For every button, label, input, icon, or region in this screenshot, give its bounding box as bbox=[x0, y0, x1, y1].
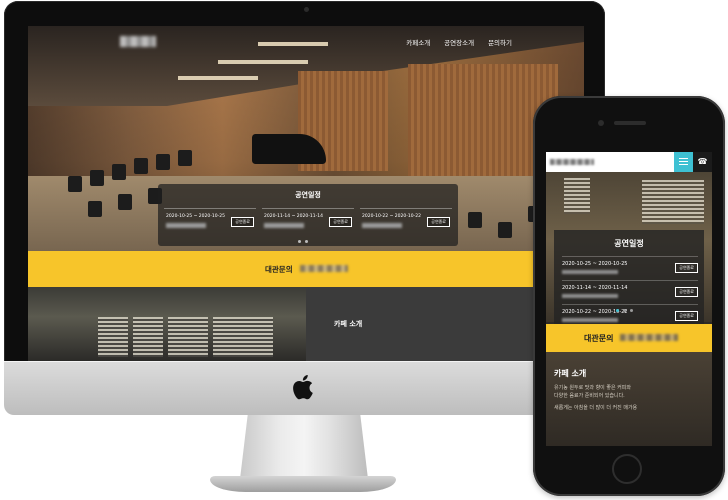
menu-board bbox=[133, 317, 163, 357]
nav-item-venue[interactable]: 공연장소개 bbox=[444, 37, 474, 47]
cafe-intro-title: 카페 소개 bbox=[554, 369, 587, 378]
site-logo[interactable] bbox=[120, 36, 156, 47]
schedule-date: 2020-11-14 ~ 2020-11-14 bbox=[264, 214, 323, 219]
schedule-date: 2020-11-14 ~ 2020-11-14 bbox=[562, 285, 628, 291]
mobile-website: ☎ 공연일정 2020-10-25 ~ 2020-10-25 공연종료 2020… bbox=[546, 152, 712, 446]
schedule-title: 공연일정 bbox=[295, 191, 321, 199]
ceiling-light bbox=[258, 42, 328, 46]
nav-item-cafe[interactable]: 카페소개 bbox=[406, 37, 430, 47]
menu-board bbox=[642, 180, 704, 224]
chair bbox=[156, 154, 170, 170]
cafe-intro-text: 새롭게는 아침을 더 많이 더 커진 매가용 bbox=[554, 405, 638, 411]
contact-label: 대관문의 bbox=[584, 334, 614, 343]
status-badge: 공연종료 bbox=[329, 217, 352, 227]
cafe-intro-title: 카페 소개 bbox=[334, 320, 363, 328]
schedule-date: 2020-10-25 ~ 2020-10-25 bbox=[166, 214, 225, 219]
status-badge: 공연종료 bbox=[675, 287, 698, 297]
schedule-panel: 공연일정 2020-10-25 ~ 2020-10-25 공연종료 2020-1… bbox=[158, 184, 458, 246]
schedule-card[interactable]: 2020-11-14 ~ 2020-11-14 공연종료 bbox=[262, 208, 354, 235]
phone-icon[interactable]: ☎ bbox=[693, 152, 712, 172]
menu-board bbox=[213, 317, 273, 357]
ceiling-light bbox=[178, 76, 258, 80]
status-badge: 공연종료 bbox=[231, 217, 254, 227]
desktop-nav: 카페소개 공연장소개 문의하기 bbox=[406, 37, 512, 47]
contact-number-blurred bbox=[300, 265, 348, 272]
status-badge: 공연종료 bbox=[427, 217, 450, 227]
menu-board bbox=[564, 178, 590, 214]
mobile-cafe-section: 카페 소개 유기농 원두로 맛과 향이 좋은 커피와 다양한 음료가 준비되어 … bbox=[546, 352, 712, 446]
chair bbox=[134, 158, 148, 174]
schedule-title: 공연일정 bbox=[614, 239, 644, 248]
schedule-card[interactable]: 2020-10-25 ~ 2020-10-25 공연종료 bbox=[164, 208, 256, 235]
contact-bar: 대관문의 bbox=[28, 251, 584, 287]
apple-icon bbox=[293, 375, 313, 400]
desktop-website: 카페소개 공연장소개 문의하기 공연일정 2020-10-25 ~ 2020-1… bbox=[28, 26, 584, 362]
schedule-title-blurred bbox=[166, 223, 206, 228]
menu-board bbox=[168, 317, 208, 357]
chair bbox=[118, 194, 132, 210]
hero-concert-hall-image: 카페소개 공연장소개 문의하기 공연일정 2020-10-25 ~ 2020-1… bbox=[28, 26, 584, 251]
schedule-title-blurred bbox=[562, 270, 618, 274]
status-badge: 공연종료 bbox=[675, 311, 698, 321]
schedule-item[interactable]: 2020-10-25 ~ 2020-10-25 공연종료 bbox=[562, 256, 698, 279]
contact-label: 대관문의 bbox=[265, 265, 293, 274]
chair bbox=[68, 176, 82, 192]
schedule-item[interactable]: 2020-11-14 ~ 2020-11-14 공연종료 bbox=[562, 280, 698, 303]
schedule-date: 2020-10-22 ~ 2020-10-22 bbox=[362, 214, 421, 219]
chair bbox=[498, 222, 512, 238]
cafe-intro-text: 유기농 원두로 맛과 향이 좋은 커피와 bbox=[554, 385, 631, 391]
status-badge: 공연종료 bbox=[675, 263, 698, 273]
menu-board bbox=[98, 317, 128, 357]
hamburger-icon bbox=[679, 158, 688, 159]
nav-item-contact[interactable]: 문의하기 bbox=[488, 37, 512, 47]
home-button[interactable] bbox=[612, 454, 642, 484]
imac-camera bbox=[304, 7, 309, 12]
contact-number-blurred bbox=[620, 334, 678, 341]
mobile-header: ☎ bbox=[546, 152, 712, 172]
slider-dots[interactable] bbox=[616, 309, 633, 312]
site-logo[interactable] bbox=[550, 159, 594, 165]
grand-piano bbox=[252, 134, 326, 164]
schedule-title-blurred bbox=[362, 223, 402, 228]
chair bbox=[90, 170, 104, 186]
schedule-card[interactable]: 2020-10-22 ~ 2020-10-22 공연종료 bbox=[360, 208, 452, 235]
mobile-schedule-panel: 공연일정 2020-10-25 ~ 2020-10-25 공연종료 2020-1… bbox=[554, 230, 704, 338]
schedule-title-blurred bbox=[562, 318, 618, 322]
schedule-list: 2020-10-25 ~ 2020-10-25 공연종료 2020-11-14 … bbox=[164, 208, 452, 235]
mobile-contact-bar: 대관문의 bbox=[546, 324, 712, 352]
chair bbox=[88, 201, 102, 217]
slider-dots[interactable] bbox=[298, 240, 308, 243]
chair bbox=[112, 164, 126, 180]
schedule-date: 2020-10-25 ~ 2020-10-25 bbox=[562, 261, 628, 267]
menu-button[interactable] bbox=[674, 152, 693, 172]
chair bbox=[178, 150, 192, 166]
chair bbox=[468, 212, 482, 228]
ceiling-light bbox=[218, 60, 308, 64]
phone-speaker bbox=[614, 121, 646, 125]
cafe-intro-text: 다양한 음료가 준비되어 있습니다. bbox=[554, 393, 625, 399]
imac-stand-neck bbox=[240, 415, 368, 479]
mobile-hero-image: 공연일정 2020-10-25 ~ 2020-10-25 공연종료 2020-1… bbox=[546, 172, 712, 338]
phone-camera bbox=[598, 120, 604, 126]
schedule-title-blurred bbox=[264, 223, 304, 228]
schedule-title-blurred bbox=[562, 294, 618, 298]
imac-stand-foot bbox=[210, 476, 396, 492]
cafe-image bbox=[28, 287, 306, 362]
